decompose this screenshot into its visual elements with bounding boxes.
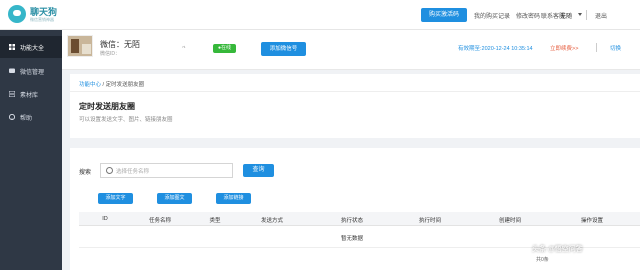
sidebar-item-wechat-management[interactable]: 微信管理 [0, 60, 62, 82]
chat-bubble-icon [8, 5, 26, 23]
column-header-exec-time: 执行时间 [418, 218, 442, 224]
breadcrumb-parent[interactable]: 功能中心 [79, 82, 101, 88]
total-count: 共0条 [536, 257, 549, 263]
status-badge: ●在线 [213, 44, 236, 53]
wechat-nickname: 微信：无陌 [100, 40, 140, 49]
search-placeholder: 选择任务名称 [116, 169, 150, 175]
wechat-id-value: ⁷¹ [182, 45, 186, 51]
add-wechat-button[interactable]: 添加微信号 [261, 42, 306, 56]
brand-tagline: 微信营销神器 [30, 17, 54, 22]
logout-link[interactable]: 退出 [595, 11, 607, 20]
breadcrumb: 功能中心 / 定时发送朋友圈 [79, 80, 144, 88]
brand-logo[interactable]: 聊天狗 微信营销神器 [8, 4, 68, 26]
sidebar-item-label: 微信管理 [20, 70, 45, 76]
sidebar-item-label: 素材库 [20, 93, 39, 99]
top-bar: 聊天狗 微信营销神器 购买激活码 我的购买记录 修改密码 联系客服 无随 退出 [0, 0, 640, 30]
add-text-button[interactable]: 添加文字 [98, 193, 133, 204]
column-header-actions: 操作设置 [580, 218, 604, 224]
divider [596, 43, 597, 52]
empty-message: 暂无数据 [341, 236, 364, 242]
sidebar-item-library[interactable]: 素材库 [0, 83, 62, 105]
breadcrumb-current: 定时发送朋友圈 [105, 82, 145, 88]
user-menu[interactable]: 无随 [560, 11, 572, 20]
buy-activation-code-button[interactable]: 购买激活码 [421, 8, 467, 22]
purchase-records-link[interactable]: 我的购买记录 [474, 11, 510, 20]
avatar [67, 35, 93, 57]
column-header-type: 类型 [209, 218, 221, 224]
help-icon [9, 114, 15, 120]
search-input[interactable]: 选择任务名称 [100, 163, 233, 178]
page-header-panel: 功能中心 / 定时发送朋友圈 定时发送朋友圈 可以设置发送文字、图片、链接朋友圈 [70, 74, 640, 138]
column-header-id: ID [102, 216, 108, 222]
add-image-button[interactable]: 添加图文 [157, 193, 192, 204]
switch-account-link[interactable]: 切换 [610, 44, 621, 52]
query-button[interactable]: 查询 [243, 164, 274, 177]
search-label: 搜索 [79, 170, 92, 176]
column-header-exec-status: 执行状态 [340, 218, 364, 224]
table-header: ID 任务名称 类型 发送方式 执行状态 执行时间 创建时间 操作设置 [79, 212, 640, 226]
column-header-send-method: 发送方式 [260, 218, 284, 224]
column-header-created-time: 创建时间 [498, 218, 522, 224]
expiry-date: 有效期至:2020-12-24 10:35:14 [458, 46, 533, 52]
add-link-button[interactable]: 添加链接 [216, 193, 251, 204]
wechat-id-label: 微信ID： [100, 51, 121, 57]
sidebar-item-help[interactable]: 帮助 [0, 106, 62, 128]
page-description: 可以设置发送文字、图片、链接朋友圈 [79, 117, 173, 123]
wechat-icon [9, 68, 15, 73]
watermark: 头条 @悟空问答 [532, 246, 583, 253]
sidebar: 功能大全 微信管理 素材库 帮助 [0, 30, 62, 270]
page-title: 定时发送朋友圈 [79, 102, 135, 111]
divider [586, 10, 587, 20]
sidebar-item-label: 功能大全 [20, 46, 45, 52]
library-icon [9, 91, 15, 97]
column-header-task-name: 任务名称 [148, 218, 172, 224]
chevron-down-icon[interactable] [578, 13, 582, 16]
change-password-link[interactable]: 修改密码 [516, 11, 540, 20]
sidebar-item-features[interactable]: 功能大全 [0, 36, 62, 58]
sidebar-item-label: 帮助 [20, 116, 33, 122]
renew-link[interactable]: 立即续费>> [550, 44, 578, 52]
account-info-bar: 微信：无陌 微信ID： ⁷¹ ●在线 添加微信号 有效期至:2020-12-24… [62, 30, 640, 70]
search-icon [106, 167, 113, 174]
grid-icon [9, 44, 15, 50]
divider [70, 91, 640, 92]
